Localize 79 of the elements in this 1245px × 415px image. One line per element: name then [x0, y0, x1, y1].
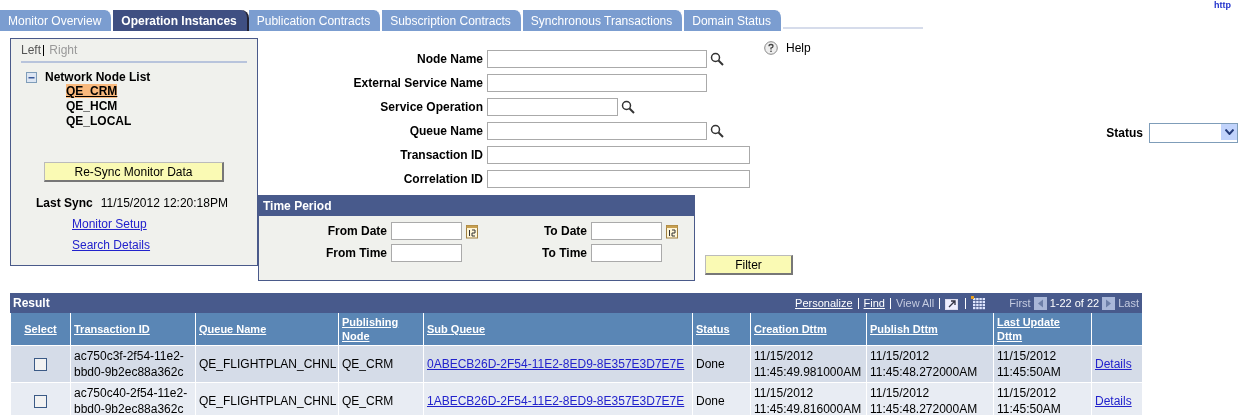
input-field[interactable] — [591, 222, 662, 240]
panel-link[interactable]: Monitor Setup — [72, 217, 147, 231]
search-icon[interactable] — [621, 100, 635, 114]
view-all-link[interactable]: View All — [895, 297, 935, 309]
table-cell: QE_CRM — [338, 345, 424, 383]
field-label: From Date — [327, 224, 387, 238]
time-period-title: Time Period — [259, 196, 694, 216]
panel-link[interactable]: Search Details — [72, 238, 151, 252]
calendar-icon[interactable] — [666, 223, 679, 239]
input-field[interactable] — [487, 170, 750, 188]
resync-button[interactable]: Re-Sync Monitor Data — [44, 162, 224, 182]
personalize-link[interactable]: Personalize — [795, 297, 853, 309]
table-cell: QE_FLIGHTPLAN_CHNL — [195, 345, 339, 383]
field-label: From Time — [325, 246, 387, 260]
input-field[interactable] — [487, 98, 618, 116]
table-cell: Done — [692, 382, 751, 415]
column-header[interactable]: Publishing Node — [338, 313, 424, 346]
last-label: Last — [1118, 297, 1139, 309]
help-icon[interactable] — [764, 41, 778, 55]
input-field[interactable] — [591, 244, 662, 262]
table-cell: 11/15/2012 11:45:49.816000AM — [750, 382, 867, 415]
field-label: External Service Name — [352, 76, 483, 90]
first-label: First — [1009, 297, 1031, 309]
field-label: Service Operation — [379, 100, 483, 114]
column-header[interactable]: Publish Dttm — [866, 313, 994, 346]
find-link[interactable]: Find — [863, 297, 885, 309]
tree-root-label: Network Node List — [45, 70, 151, 84]
column-header[interactable]: Last Update Dttm — [993, 313, 1092, 346]
table-cell: ac750c3f-2f54-11e2-bbd0-9b2ec88a362c — [70, 345, 196, 383]
table-cell: 11/15/2012 11:45:50AM — [993, 345, 1092, 383]
search-icon[interactable] — [710, 52, 724, 66]
last-sync-value: 11/15/2012 12:20:18PM — [100, 196, 228, 210]
table-cell: 11/15/2012 11:45:48.272000AM — [866, 382, 994, 415]
filter-button[interactable]: Filter — [705, 255, 793, 275]
input-field[interactable] — [487, 50, 707, 68]
grid-icon[interactable] — [971, 296, 987, 310]
field-label: Queue Name — [408, 124, 483, 138]
column-header[interactable]: Status — [692, 313, 751, 346]
new-window-icon[interactable] — [945, 296, 961, 310]
result-title: Result — [13, 296, 50, 310]
table-cell: 11/15/2012 11:45:49.981000AM — [750, 345, 867, 383]
column-header[interactable]: Transaction ID — [70, 313, 196, 346]
row-checkbox[interactable] — [34, 395, 47, 409]
field-label: To Time — [542, 246, 587, 260]
tree-node[interactable]: QE_CRM — [66, 84, 118, 98]
last-sync-label: Last Sync — [36, 196, 93, 210]
layout-link[interactable]: Left — [21, 43, 41, 57]
input-field[interactable] — [487, 146, 750, 164]
tab[interactable]: Operation Instances — [113, 10, 249, 31]
input-field[interactable] — [487, 122, 707, 140]
table-cell: QE_CRM — [338, 382, 424, 415]
next-icon[interactable] — [1102, 296, 1116, 310]
status-label: Status — [1106, 126, 1143, 140]
table-cell: 11/15/2012 11:45:50AM — [993, 382, 1092, 415]
http-link[interactable]: http — [1214, 0, 1231, 10]
table-cell: 11/15/2012 11:45:48.272000AM — [866, 345, 994, 383]
row-checkbox[interactable] — [34, 358, 47, 372]
search-icon[interactable] — [710, 124, 724, 138]
page-range: 1-22 of 22 — [1049, 297, 1100, 309]
previous-icon[interactable] — [1033, 296, 1047, 310]
table-cell: QE_FLIGHTPLAN_CHNL — [195, 382, 339, 415]
column-header[interactable]: Select — [10, 313, 71, 346]
column-header[interactable]: Creation Dttm — [750, 313, 867, 346]
table-cell: Done — [692, 345, 751, 383]
input-field[interactable] — [391, 222, 462, 240]
table-cell: ac750c40-2f54-11e2-bbd0-9b2ec88a362c — [70, 382, 196, 415]
help-link[interactable]: Help — [786, 41, 811, 55]
tree-node[interactable]: QE_HCM — [66, 99, 118, 113]
field-label: Transaction ID — [399, 148, 483, 162]
input-field[interactable] — [391, 244, 462, 262]
tree-node[interactable]: QE_LOCAL — [66, 114, 132, 128]
field-label: Node Name — [415, 52, 483, 66]
column-header[interactable]: Queue Name — [195, 313, 339, 346]
column-header[interactable]: Sub Queue — [423, 313, 693, 346]
field-label: To Date — [543, 224, 587, 238]
collapse-icon[interactable] — [26, 71, 37, 83]
field-label: Correlation ID — [402, 172, 483, 186]
input-field[interactable] — [487, 74, 707, 92]
calendar-icon[interactable] — [466, 223, 479, 239]
